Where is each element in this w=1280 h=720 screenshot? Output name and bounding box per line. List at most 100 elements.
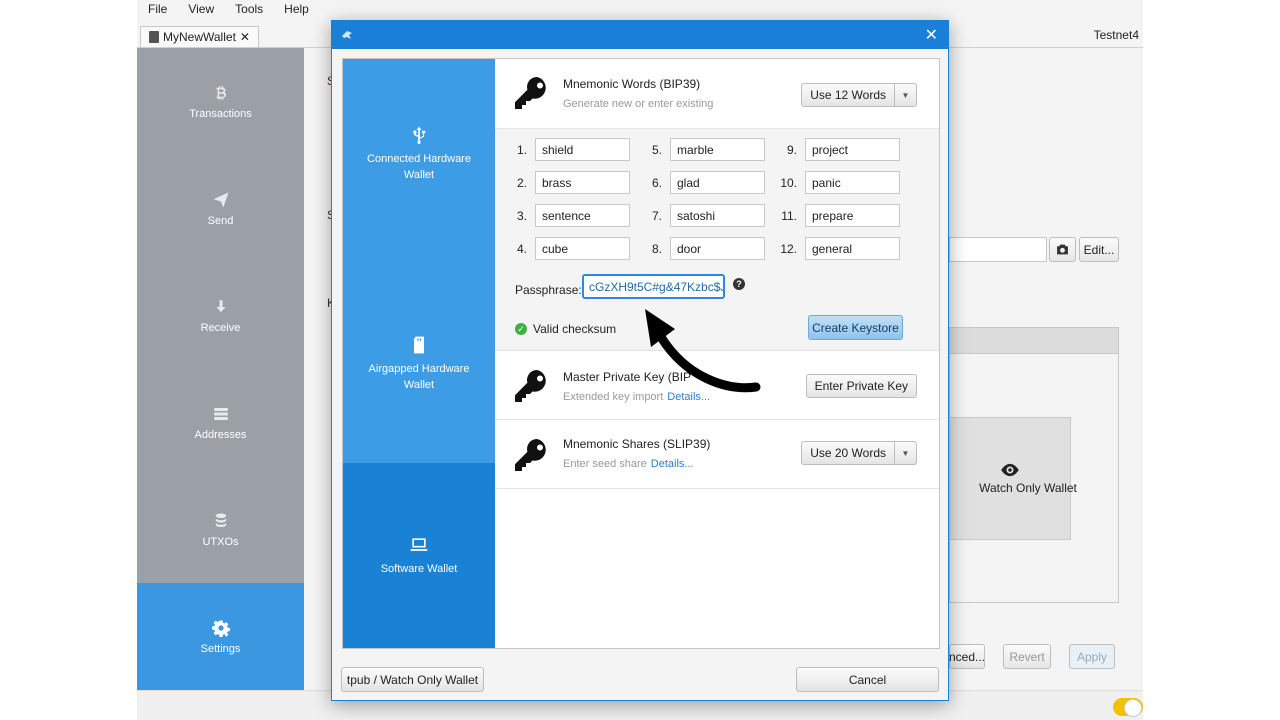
sd-card-icon <box>414 336 424 354</box>
word-field: 9. project <box>779 138 900 161</box>
word-field: 5. marble <box>644 138 765 161</box>
word-field: 7. satoshi <box>644 204 765 227</box>
annotation-arrow-icon <box>645 309 761 393</box>
sidebar-item-utxos[interactable]: UTXOs <box>137 476 304 583</box>
sidebar-item-send[interactable]: Send <box>137 155 304 262</box>
background-panel-header <box>949 327 1119 354</box>
wallet-sidebar: Transactions Send Receive Addresses UTXO… <box>137 48 304 690</box>
cancel-button[interactable]: Cancel <box>796 667 939 692</box>
online-toggle[interactable] <box>1113 698 1143 717</box>
dropdown-label: Use 12 Words <box>810 88 886 102</box>
enter-private-key-button[interactable]: Enter Private Key <box>805 374 917 398</box>
word-input[interactable]: door <box>670 237 765 260</box>
word-input[interactable]: sentence <box>535 204 630 227</box>
word-field: 11. prepare <box>779 204 900 227</box>
wallet-type-sidebar: Connected Hardware Wallet Airgapped Hard… <box>343 59 495 648</box>
word-field: 12. general <box>779 237 900 260</box>
camera-icon <box>1057 244 1068 255</box>
section-title: Mnemonic Shares (SLIP39) <box>563 437 711 451</box>
section-title: Mnemonic Words (BIP39) <box>563 77 701 91</box>
close-icon[interactable]: ✕ <box>925 25 938 45</box>
section-subtitle: Generate new or enter existing <box>563 98 714 110</box>
word-input[interactable]: satoshi <box>670 204 765 227</box>
word-input[interactable]: shield <box>535 138 630 161</box>
sidebar-item-label: Receive <box>200 321 241 334</box>
key-icon <box>515 439 546 471</box>
word-input[interactable]: general <box>805 237 900 260</box>
laptop-icon <box>410 537 428 551</box>
edit-button[interactable]: Edit... <box>1079 237 1119 262</box>
revert-button[interactable]: Revert <box>1003 644 1051 669</box>
details-link[interactable]: Details... <box>651 458 694 470</box>
create-keystore-button[interactable]: Create Keystore <box>808 315 903 340</box>
mnemonic-words-section: Mnemonic Words (BIP39) Generate new or e… <box>495 59 939 129</box>
watch-only-wallet-card[interactable]: Watch Only Wallet <box>949 417 1077 540</box>
camera-button[interactable] <box>1049 237 1076 262</box>
word-field: 2. brass <box>509 171 630 194</box>
menu-file[interactable]: File <box>137 0 177 20</box>
wallet-tab-icon <box>149 31 159 43</box>
word-input[interactable]: cube <box>535 237 630 260</box>
word-count-dropdown[interactable]: Use 12 Words ▼ <box>801 83 917 107</box>
checksum-status: ✓ Valid checksum <box>515 322 616 336</box>
word-field: 1. shield <box>509 138 630 161</box>
dropdown-label: Use 20 Words <box>810 446 886 460</box>
sidebar-item-label: Settings <box>200 642 241 655</box>
background-input[interactable] <box>949 237 1047 262</box>
word-field: 10. panic <box>779 171 900 194</box>
tab-label: Airgapped Hardware Wallet <box>368 363 470 391</box>
word-number: 6. <box>651 175 662 190</box>
menu-help[interactable]: Help <box>273 0 319 20</box>
word-input[interactable]: prepare <box>805 204 900 227</box>
word-input[interactable]: panic <box>805 171 900 194</box>
word-number: 2. <box>516 175 527 190</box>
sidebar-item-label: Transactions <box>189 107 252 120</box>
word-number: 1. <box>516 142 527 157</box>
chevron-down-icon: ▼ <box>894 442 916 464</box>
menu-view[interactable]: View <box>177 0 224 20</box>
word-field: 8. door <box>644 237 765 260</box>
dialog-titlebar: ✕ <box>332 21 948 49</box>
word-field: 4. cube <box>509 237 630 260</box>
sidebar-item-settings[interactable]: Settings <box>137 583 304 690</box>
eye-icon <box>1001 463 1019 476</box>
help-icon[interactable]: ? <box>733 278 745 290</box>
apply-button[interactable]: Apply <box>1069 644 1115 669</box>
tab-label: Software Wallet <box>380 562 458 575</box>
word-input[interactable]: project <box>805 138 900 161</box>
sidebar-item-label: Addresses <box>194 428 247 441</box>
word-field: 6. glad <box>644 171 765 194</box>
word-field: 3. sentence <box>509 204 630 227</box>
tab-connected-hardware-wallet[interactable]: Connected Hardware Wallet <box>343 99 495 209</box>
wallet-tab[interactable]: MyNewWallet ✕ <box>140 26 259 47</box>
advanced-button[interactable]: nced... <box>949 644 985 669</box>
sidebar-item-transactions[interactable]: Transactions <box>137 48 304 155</box>
word-number: 7. <box>651 208 662 223</box>
gear-icon <box>211 620 230 637</box>
share-count-dropdown[interactable]: Use 20 Words ▼ <box>801 441 917 465</box>
close-icon[interactable]: ✕ <box>240 30 250 44</box>
word-number: 12. <box>780 241 797 256</box>
addresses-icon <box>213 407 228 420</box>
passphrase-label: Passphrase: <box>515 283 582 297</box>
word-number: 8. <box>651 241 662 256</box>
utxos-icon <box>215 513 226 527</box>
word-input[interactable]: marble <box>670 138 765 161</box>
word-number: 9. <box>786 142 797 157</box>
check-icon: ✓ <box>515 323 527 335</box>
watch-only-wallet-button[interactable]: tpub / Watch Only Wallet <box>341 667 484 692</box>
sidebar-item-receive[interactable]: Receive <box>137 262 304 369</box>
word-number: 5. <box>651 142 662 157</box>
network-label: Testnet4 <box>1093 28 1139 42</box>
word-input[interactable]: glad <box>670 171 765 194</box>
tab-airgapped-hardware-wallet[interactable]: Airgapped Hardware Wallet <box>343 309 495 419</box>
receive-icon <box>216 299 225 312</box>
menu-tools[interactable]: Tools <box>224 0 273 20</box>
tab-label: Connected Hardware Wallet <box>367 153 471 181</box>
word-input[interactable]: brass <box>535 171 630 194</box>
sidebar-item-addresses[interactable]: Addresses <box>137 369 304 476</box>
tab-software-wallet[interactable]: Software Wallet <box>343 463 495 648</box>
word-number: 4. <box>516 241 527 256</box>
word-number: 11. <box>781 208 797 223</box>
section-subtitle: Enter seed share Details... <box>563 458 694 470</box>
